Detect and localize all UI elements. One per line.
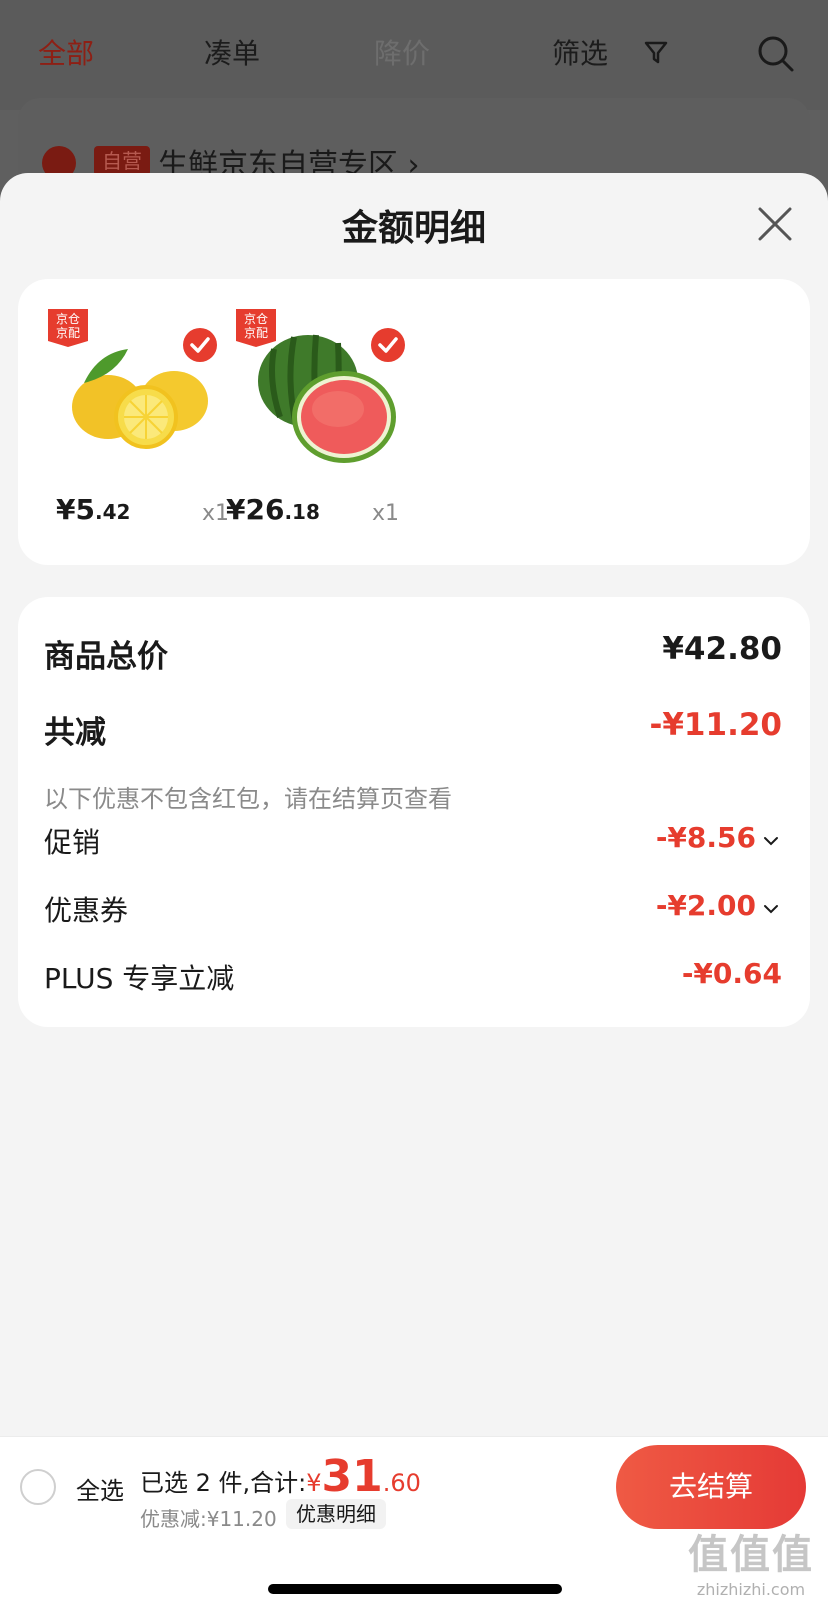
checkout-button[interactable]: 去结算 (616, 1445, 806, 1529)
product-item[interactable]: 京仓 京配 ¥26.18 x1 (224, 279, 406, 565)
product-check-icon[interactable] (182, 327, 218, 363)
product-check-icon[interactable] (370, 327, 406, 363)
product-item[interactable]: 京仓 京配 ¥5.42 x1 (36, 279, 229, 565)
product-price: ¥26.18 (226, 493, 320, 526)
tab-filter[interactable]: 筛选 (552, 32, 608, 72)
products-card: 京仓 京配 ¥5.42 x1 京仓 京配 ¥26.18 x1 (18, 279, 810, 565)
chevron-down-icon[interactable] (762, 903, 780, 915)
tab-all[interactable]: 全部 (38, 32, 94, 72)
selected-summary: 已选 2 件,合计:¥31.60 (140, 1451, 421, 1502)
svg-text:京仓: 京仓 (244, 312, 268, 326)
home-indicator[interactable] (268, 1584, 562, 1594)
total-reduction-value: -¥11.20 (649, 707, 783, 743)
product-price: ¥5.42 (56, 493, 131, 526)
watermark: 值值值 zhizhizhi.com (688, 1532, 814, 1599)
tab-price-drop[interactable]: 降价 (374, 32, 430, 72)
reduction-note: 以下优惠不包含红包，请在结算页查看 (44, 785, 452, 813)
coupon-label: 优惠券 (44, 894, 129, 927)
select-all-label[interactable]: 全选 (76, 1471, 124, 1506)
discount-summary: 优惠减:¥11.20 (140, 1507, 277, 1531)
discount-detail-button[interactable]: 优惠明细 (286, 1499, 386, 1529)
total-amount: 31 (321, 1451, 383, 1502)
total-price-label: 商品总价 (44, 639, 168, 675)
jd-warehouse-badge: 京仓 京配 (48, 309, 88, 347)
svg-text:京配: 京配 (56, 326, 80, 340)
product-quantity: x1 (372, 501, 400, 526)
promotion-label: 促销 (44, 826, 101, 859)
amount-detail-card: 商品总价 ¥42.80 共减 -¥11.20 以下优惠不包含红包，请在结算页查看… (18, 597, 810, 1027)
svg-text:京配: 京配 (244, 326, 268, 340)
amount-detail-sheet: 金额明细 京仓 京配 ¥5.42 x1 京仓 京配 ¥26.18 x1 商品总价… (0, 173, 828, 1436)
chevron-down-icon[interactable] (762, 835, 780, 847)
tab-combine[interactable]: 凑单 (204, 32, 260, 72)
promotion-value[interactable]: -¥8.56 (656, 821, 756, 854)
plus-discount-label: PLUS 专享立减 (44, 962, 235, 995)
search-icon[interactable] (756, 34, 796, 74)
sheet-title: 金额明细 (341, 208, 486, 249)
total-reduction-label: 共减 (44, 715, 106, 751)
coupon-value[interactable]: -¥2.00 (656, 889, 756, 922)
close-icon[interactable] (756, 205, 794, 243)
background-nav: 全部 凑单 降价 筛选 (0, 0, 828, 110)
filter-icon[interactable] (642, 38, 670, 66)
plus-discount-value: -¥0.64 (681, 957, 782, 990)
checkout-bar: 全选 已选 2 件,合计:¥31.60 优惠减:¥11.20 优惠明细 去结算 (0, 1436, 828, 1536)
self-operated-badge: 自营 (94, 146, 150, 176)
total-price-value: ¥42.80 (662, 631, 782, 667)
svg-text:京仓: 京仓 (56, 312, 80, 326)
jd-warehouse-badge: 京仓 京配 (236, 309, 276, 347)
select-all-checkbox[interactable] (20, 1469, 56, 1505)
